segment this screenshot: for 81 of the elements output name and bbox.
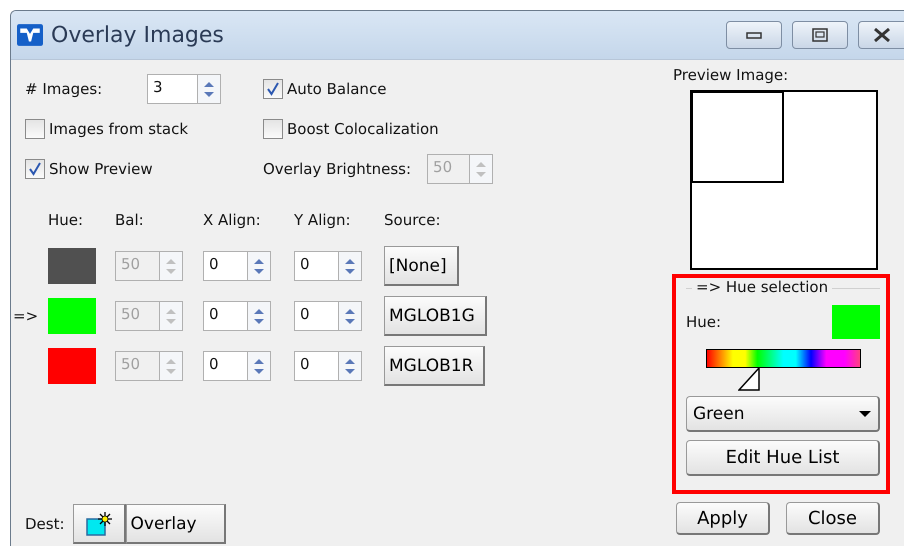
down-arrow-icon bbox=[253, 368, 265, 374]
maximize-icon bbox=[812, 28, 828, 42]
dropdown-arrow-icon bbox=[858, 410, 872, 418]
column-header: Source: bbox=[384, 211, 442, 229]
hue-slider[interactable] bbox=[706, 349, 861, 392]
up-arrow-icon bbox=[344, 258, 356, 264]
up-arrow-icon bbox=[344, 358, 356, 364]
minimize-button[interactable] bbox=[726, 21, 782, 49]
down-arrow-icon bbox=[165, 318, 177, 324]
number-field[interactable]: 0 bbox=[203, 351, 247, 381]
overlay-brightness-label: Overlay Brightness: bbox=[263, 160, 412, 178]
up-arrow-icon bbox=[253, 358, 265, 364]
edit-hue-list-button[interactable]: Edit Hue List bbox=[686, 440, 880, 476]
row-pointer: => bbox=[13, 307, 38, 325]
checkbox[interactable] bbox=[263, 119, 283, 139]
source-button[interactable]: [None] bbox=[384, 246, 459, 286]
checkbox-label: Images from stack bbox=[49, 120, 188, 138]
down-arrow-icon bbox=[165, 268, 177, 274]
number-field[interactable]: 3 bbox=[147, 74, 197, 104]
dialog-button[interactable]: Close bbox=[786, 502, 880, 535]
stepper-button[interactable] bbox=[247, 251, 271, 281]
stepper-button[interactable] bbox=[247, 301, 271, 331]
number-field[interactable]: 0 bbox=[294, 351, 338, 381]
stepper-button[interactable] bbox=[247, 351, 271, 381]
up-arrow-icon bbox=[165, 308, 177, 314]
up-arrow-icon bbox=[165, 258, 177, 264]
stepper-button[interactable] bbox=[338, 351, 362, 381]
up-arrow-icon bbox=[253, 308, 265, 314]
checkbox-label: Boost Colocalization bbox=[287, 120, 439, 138]
overlay-button[interactable]: Overlay bbox=[126, 504, 226, 544]
down-arrow-icon bbox=[475, 170, 488, 178]
down-arrow-icon bbox=[344, 268, 356, 274]
slider-thumb[interactable] bbox=[738, 367, 760, 391]
window-title: Overlay Images bbox=[51, 22, 225, 48]
dest-label: Dest: bbox=[25, 515, 65, 533]
down-arrow-icon bbox=[165, 368, 177, 374]
new-image-icon bbox=[84, 510, 113, 536]
new-image-button[interactable] bbox=[72, 504, 126, 544]
dialog-button[interactable]: Apply bbox=[676, 502, 770, 535]
checkbox[interactable] bbox=[263, 79, 283, 99]
stepper-button[interactable] bbox=[338, 251, 362, 281]
up-arrow-icon bbox=[344, 308, 356, 314]
down-arrow-icon bbox=[253, 268, 265, 274]
hue-label: Hue: bbox=[686, 313, 722, 331]
down-arrow-icon bbox=[344, 368, 356, 374]
column-header: Bal: bbox=[115, 211, 145, 229]
column-header: Y Align: bbox=[294, 211, 352, 229]
up-arrow-icon bbox=[203, 80, 215, 88]
number-field[interactable]: 0 bbox=[294, 301, 338, 331]
images-label: # Images: bbox=[25, 80, 104, 98]
maximize-button[interactable] bbox=[792, 21, 848, 49]
up-arrow-icon bbox=[475, 160, 488, 168]
down-arrow-icon bbox=[203, 90, 215, 98]
down-arrow-icon bbox=[253, 318, 265, 324]
number-field[interactable]: 0 bbox=[294, 251, 338, 281]
checkmark-icon bbox=[28, 162, 42, 176]
checkbox-label: Show Preview bbox=[49, 160, 153, 178]
column-header: Hue: bbox=[48, 211, 84, 229]
checkmark-icon bbox=[266, 82, 280, 96]
hue-swatch[interactable] bbox=[48, 348, 96, 384]
source-button[interactable]: MGLOB1R bbox=[384, 346, 486, 386]
hue-swatch[interactable] bbox=[48, 248, 96, 284]
minimize-icon bbox=[746, 31, 762, 39]
close-button[interactable] bbox=[858, 21, 904, 49]
app-icon bbox=[17, 24, 43, 46]
hue-dropdown[interactable]: Green bbox=[686, 396, 880, 432]
hue-swatch[interactable] bbox=[48, 298, 96, 334]
checkbox-label: Auto Balance bbox=[287, 80, 386, 98]
checkbox[interactable] bbox=[25, 159, 45, 179]
up-arrow-icon bbox=[165, 358, 177, 364]
source-button[interactable]: MGLOB1G bbox=[384, 296, 487, 336]
stepper-button[interactable] bbox=[338, 301, 362, 331]
column-header: X Align: bbox=[203, 211, 262, 229]
checkbox[interactable] bbox=[25, 119, 45, 139]
down-arrow-icon bbox=[344, 318, 356, 324]
stepper-button[interactable] bbox=[197, 74, 221, 104]
number-field[interactable]: 0 bbox=[203, 251, 247, 281]
number-field[interactable]: 0 bbox=[203, 301, 247, 331]
preview-label: Preview Image: bbox=[673, 66, 790, 84]
close-icon bbox=[872, 28, 890, 42]
up-arrow-icon bbox=[253, 258, 265, 264]
